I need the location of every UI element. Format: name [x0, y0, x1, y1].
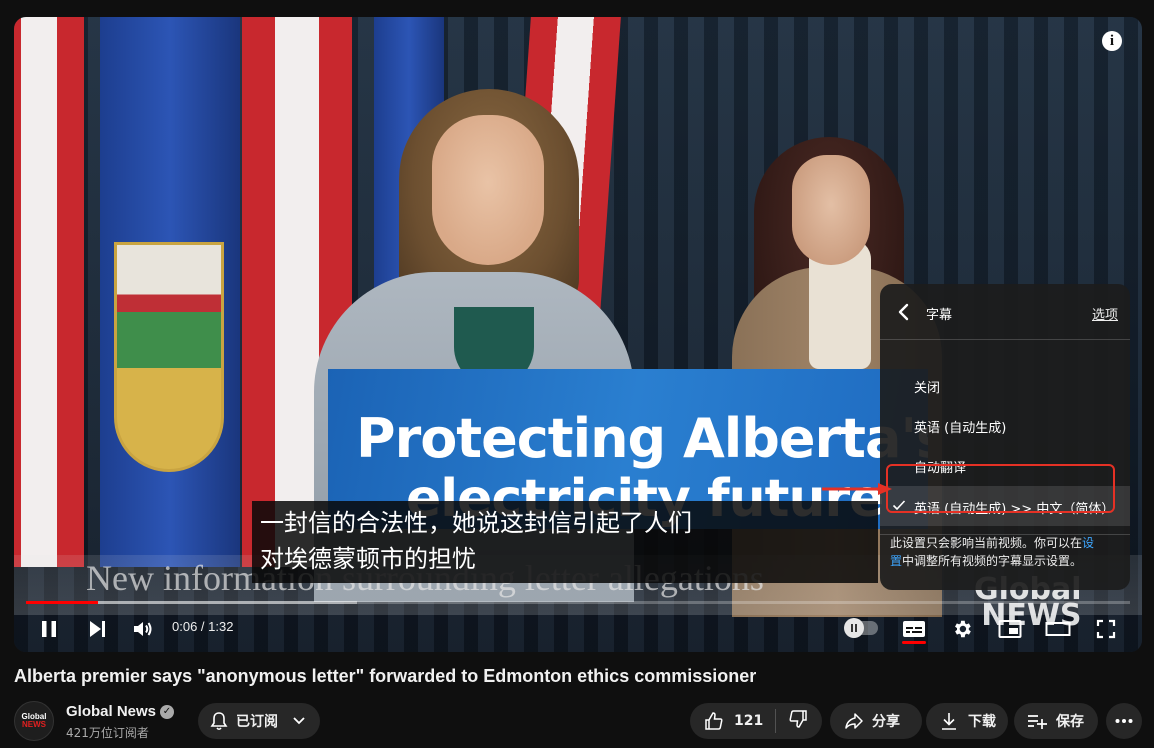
caption-window: 一封信的合法性，她说这封信引起了人们 对埃德蒙顿市的担忧	[252, 501, 878, 583]
next-button[interactable]	[82, 611, 112, 647]
like-button[interactable]: 121	[704, 711, 763, 731]
volume-icon	[134, 622, 152, 636]
more-horizontal-icon	[1115, 719, 1133, 723]
options-link[interactable]: 选项	[1092, 304, 1118, 323]
volume-button[interactable]	[128, 611, 158, 647]
pause-button[interactable]	[34, 611, 64, 647]
theater-mode-button[interactable]	[1044, 611, 1072, 647]
canada-flag	[14, 17, 84, 567]
progress-bar[interactable]	[26, 601, 1130, 604]
arrow-right-annotation-icon	[822, 483, 892, 495]
chevron-left-icon[interactable]	[894, 300, 914, 324]
video-player[interactable]: Protecting Alberta's electricity future …	[14, 17, 1142, 652]
thumbs-down-icon	[789, 710, 807, 728]
pause-icon	[42, 621, 56, 637]
player-controls: 0:06 / 1:32	[14, 611, 1142, 647]
subtitle-option-english-auto[interactable]: 英语 (自动生成)	[880, 405, 1130, 445]
played-bar	[26, 601, 98, 604]
alberta-crest	[114, 242, 224, 472]
verified-badge-icon: ✓	[160, 705, 174, 719]
info-icon[interactable]: i	[1102, 31, 1122, 51]
settings-link[interactable]: 置	[890, 554, 902, 568]
skip-next-icon	[90, 621, 105, 637]
caption-line: 对埃德蒙顿市的担忧	[260, 545, 476, 573]
highlight-annotation	[886, 464, 1115, 513]
dislike-button[interactable]	[788, 709, 808, 733]
channel-name[interactable]: Global News	[66, 703, 156, 720]
video-title: Alberta premier says "anonymous letter" …	[14, 666, 757, 686]
download-icon	[942, 713, 956, 730]
theater-mode-icon	[1045, 622, 1071, 636]
subscribed-button[interactable]: 已订阅	[198, 703, 320, 739]
more-actions-button[interactable]	[1106, 703, 1142, 739]
subtitles-menu: 字幕 选项 关闭 英语 (自动生成) 自动翻译 英语 (自动生成) >> 中文（…	[880, 284, 1130, 590]
share-icon	[845, 713, 863, 729]
chevron-down-icon	[293, 717, 305, 725]
gear-icon	[955, 620, 971, 638]
fullscreen-icon	[1096, 619, 1116, 639]
save-button[interactable]: 保存	[1014, 703, 1098, 739]
subscriber-count: 421万位订阅者	[66, 726, 149, 740]
bell-icon	[210, 712, 228, 731]
fullscreen-button[interactable]	[1092, 611, 1120, 647]
autoplay-toggle[interactable]	[844, 618, 878, 638]
download-button[interactable]: 下载	[926, 703, 1008, 739]
settings-button[interactable]	[948, 611, 976, 647]
caption-line: 一封信的合法性，她说这封信引起了人们	[260, 509, 692, 537]
menu-title: 字幕	[926, 308, 953, 323]
playlist-add-icon	[1028, 715, 1047, 729]
like-dislike-group: 121	[690, 703, 822, 739]
menu-header: 字幕 选项	[880, 284, 1130, 340]
channel-avatar[interactable]: Global NEWS	[14, 701, 54, 741]
subtitle-option-off[interactable]: 关闭	[880, 365, 1130, 405]
settings-link[interactable]: 设	[1082, 536, 1094, 550]
pause-icon	[844, 618, 864, 638]
miniplayer-button[interactable]	[996, 611, 1024, 647]
subtitles-icon	[903, 621, 925, 637]
thumbs-up-icon	[705, 712, 723, 730]
share-button[interactable]: 分享	[830, 703, 922, 739]
miniplayer-icon	[998, 620, 1022, 638]
time-display: 0:06 / 1:32	[172, 619, 234, 634]
subtitle-settings-note: 此设置只会影响当前视频。你可以在设 置中调整所有视频的字幕显示设置。	[890, 536, 1095, 568]
